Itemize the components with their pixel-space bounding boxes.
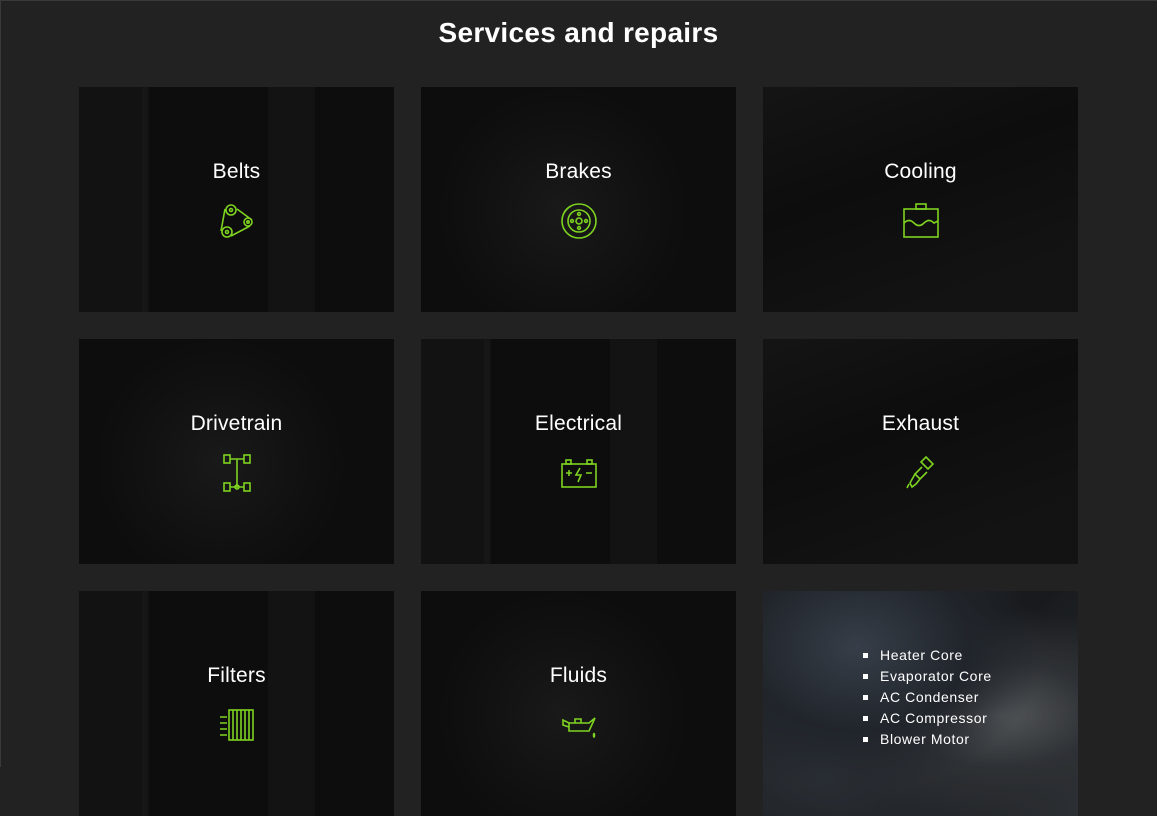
- service-label: Belts: [212, 160, 261, 183]
- service-tile-drivetrain[interactable]: Drivetrain: [79, 339, 394, 564]
- page-title: Services and repairs: [438, 17, 719, 48]
- list-item: AC Condenser: [863, 687, 992, 708]
- service-label: Fluids: [549, 664, 608, 687]
- list-item: Heater Core: [863, 645, 992, 666]
- service-tile-filters[interactable]: Filters: [79, 591, 394, 816]
- list-item: AC Compressor: [863, 708, 992, 729]
- service-label: Exhaust: [881, 412, 960, 435]
- exhaust-pipe-icon: [901, 453, 941, 493]
- tile-background: [79, 591, 394, 816]
- service-label: Brakes: [545, 160, 612, 183]
- service-tile-belts[interactable]: Belts: [79, 87, 394, 312]
- service-label: Electrical: [534, 412, 623, 435]
- tile-background: [79, 87, 394, 312]
- oil-can-icon: [559, 705, 599, 745]
- drivetrain-axle-icon: [217, 453, 257, 493]
- service-label: Drivetrain: [190, 412, 283, 435]
- service-tile-electrical[interactable]: Electrical: [421, 339, 736, 564]
- service-label: Cooling: [884, 160, 957, 183]
- hvac-service-list: Heater Core Evaporator Core AC Condenser…: [863, 645, 992, 750]
- service-tile-hvac[interactable]: Heater Core Evaporator Core AC Condenser…: [763, 591, 1078, 816]
- tile-background: [421, 591, 736, 816]
- service-tile-brakes[interactable]: Brakes: [421, 87, 736, 312]
- tile-background: [421, 87, 736, 312]
- service-label: Filters: [207, 664, 266, 687]
- tile-background: [763, 339, 1078, 564]
- tile-background: [763, 87, 1078, 312]
- list-item: Blower Motor: [863, 729, 992, 750]
- services-grid: Belts Brakes Cooling Drivetrain Electric…: [79, 87, 1078, 816]
- battery-icon: [559, 453, 599, 493]
- service-tile-cooling[interactable]: Cooling: [763, 87, 1078, 312]
- brake-disc-icon: [559, 201, 599, 241]
- belt-pulley-icon: [217, 201, 257, 241]
- tile-background: [79, 339, 394, 564]
- air-filter-icon: [217, 705, 257, 745]
- coolant-reservoir-icon: [901, 201, 941, 241]
- tile-background: [421, 339, 736, 564]
- service-tile-fluids[interactable]: Fluids: [421, 591, 736, 816]
- service-tile-exhaust[interactable]: Exhaust: [763, 339, 1078, 564]
- list-item: Evaporator Core: [863, 666, 992, 687]
